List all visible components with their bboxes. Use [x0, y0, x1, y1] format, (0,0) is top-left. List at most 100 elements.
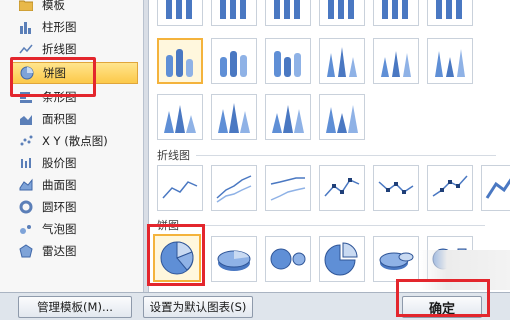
radar-chart-icon: [18, 243, 34, 259]
stock-chart-icon: [18, 155, 34, 171]
column-thumb[interactable]: [373, 0, 419, 26]
line-markers-icon: [378, 181, 414, 194]
category-bar[interactable]: 条形图: [12, 86, 138, 108]
pyramid-column-thumb[interactable]: [157, 94, 203, 140]
cone-chart-icon: [381, 51, 411, 77]
category-label: 折线图: [42, 42, 77, 56]
line-3d-chart-icon: [485, 178, 510, 199]
cylinder-chart-icon: [166, 49, 193, 77]
line-thumb[interactable]: [211, 165, 257, 211]
pie-section-label: 饼图: [157, 217, 485, 233]
category-label: 圆环图: [42, 200, 77, 214]
category-label: 饼图: [43, 66, 66, 80]
line-chart-icon: [162, 181, 198, 199]
category-surface[interactable]: 曲面图: [12, 174, 138, 196]
column-chart-icon: [436, 0, 462, 19]
set-default-chart-button[interactable]: 设置为默认图表(S): [143, 296, 253, 318]
pie-of-pie-thumb[interactable]: [265, 236, 311, 282]
pie-3d-chart-icon: [217, 250, 251, 271]
bubble-chart-icon: [18, 221, 34, 237]
surface-chart-icon: [18, 177, 34, 193]
category-area[interactable]: 面积图: [12, 108, 138, 130]
category-stock[interactable]: 股价图: [12, 152, 138, 174]
category-column[interactable]: 柱形图: [12, 16, 138, 38]
cone-chart-icon: [435, 49, 465, 77]
column-thumb[interactable]: [427, 0, 473, 26]
category-templates[interactable]: 模板: [12, 0, 138, 16]
column-chart-icon: [18, 19, 34, 35]
pie-3d-thumb[interactable]: [211, 236, 257, 282]
category-label: 条形图: [42, 90, 77, 104]
pie-chart-icon: [160, 241, 194, 275]
bar-chart-icon: [18, 89, 34, 105]
pie-thumb[interactable]: [153, 234, 201, 282]
doughnut-chart-icon: [18, 199, 34, 215]
cylinder-chart-icon: [274, 51, 301, 77]
category-radar[interactable]: 雷达图: [12, 240, 138, 262]
column-thumb[interactable]: [211, 0, 257, 26]
column-chart-icon: [220, 0, 246, 19]
chart-type-list: 模板 柱形图 折线图 饼图 条形图 面积图 X Y (散点图) 股价图 曲面图 …: [0, 0, 144, 292]
manage-templates-button[interactable]: 管理模板(M)...: [18, 296, 132, 318]
line-section-label: 折线图: [157, 147, 496, 163]
pyramid-column-thumb[interactable]: [319, 94, 365, 140]
column-thumb[interactable]: [157, 0, 203, 26]
column-chart-icon: [274, 0, 300, 19]
pyramid-chart-icon: [218, 103, 250, 133]
pyramid-column-thumb[interactable]: [265, 94, 311, 140]
cylinder-chart-icon: [220, 51, 247, 77]
category-label: 雷达图: [42, 244, 77, 258]
cone-column-thumb[interactable]: [427, 38, 473, 84]
ok-button[interactable]: 确定: [402, 296, 482, 318]
exploded-pie-thumb[interactable]: [319, 236, 365, 282]
cylinder-column-thumb[interactable]: [157, 38, 203, 84]
pyramid-chart-icon: [164, 105, 196, 133]
chart-subtype-gallery: 折线图 饼图: [148, 0, 510, 292]
area-chart-icon: [18, 111, 34, 127]
line-markers-icon: [324, 178, 360, 197]
column-chart-icon: [382, 0, 408, 19]
column-chart-icon: [166, 0, 192, 19]
line-markers-thumb[interactable]: [427, 165, 473, 211]
line-markers-thumb[interactable]: [319, 165, 365, 211]
line-markers-thumb[interactable]: [373, 165, 419, 211]
column-thumb[interactable]: [319, 0, 365, 26]
column-chart-icon: [328, 0, 354, 19]
pyramid-column-thumb[interactable]: [211, 94, 257, 140]
line-chart-icon: [18, 41, 34, 57]
category-pie[interactable]: 饼图: [12, 62, 138, 84]
line-thumb[interactable]: [265, 165, 311, 211]
scatter-chart-icon: [18, 133, 34, 149]
cylinder-column-thumb[interactable]: [211, 38, 257, 84]
category-label: 面积图: [42, 112, 77, 126]
folder-icon: [18, 0, 34, 13]
category-bubble[interactable]: 气泡图: [12, 218, 138, 240]
category-label: X Y (散点图): [42, 134, 108, 148]
line-chart-icon: [270, 177, 306, 201]
pyramid-chart-icon: [326, 105, 358, 133]
blurred-region: [420, 250, 510, 290]
pyramid-chart-icon: [272, 105, 304, 133]
exploded-pie-3d-icon: [379, 252, 414, 270]
line-markers-icon: [432, 175, 468, 197]
category-scatter[interactable]: X Y (散点图): [12, 130, 138, 152]
category-label: 曲面图: [42, 178, 77, 192]
category-label: 气泡图: [42, 222, 77, 236]
cone-chart-icon: [327, 47, 357, 77]
column-thumb[interactable]: [265, 0, 311, 26]
line-3d-thumb[interactable]: [481, 165, 510, 211]
line-chart-icon: [216, 175, 252, 203]
cone-column-thumb[interactable]: [319, 38, 365, 84]
dialog-footer: 管理模板(M)... 设置为默认图表(S) 确定: [0, 292, 510, 320]
category-line[interactable]: 折线图: [12, 38, 138, 60]
pie-chart-icon: [19, 65, 35, 81]
category-label: 模板: [42, 0, 65, 12]
cone-column-thumb[interactable]: [373, 38, 419, 84]
category-label: 股价图: [42, 156, 77, 170]
line-thumb[interactable]: [157, 165, 203, 211]
pie-of-pie-icon: [270, 248, 306, 270]
exploded-pie-3d-thumb[interactable]: [373, 236, 419, 282]
exploded-pie-icon: [324, 242, 358, 276]
category-doughnut[interactable]: 圆环图: [12, 196, 138, 218]
cylinder-column-thumb[interactable]: [265, 38, 311, 84]
